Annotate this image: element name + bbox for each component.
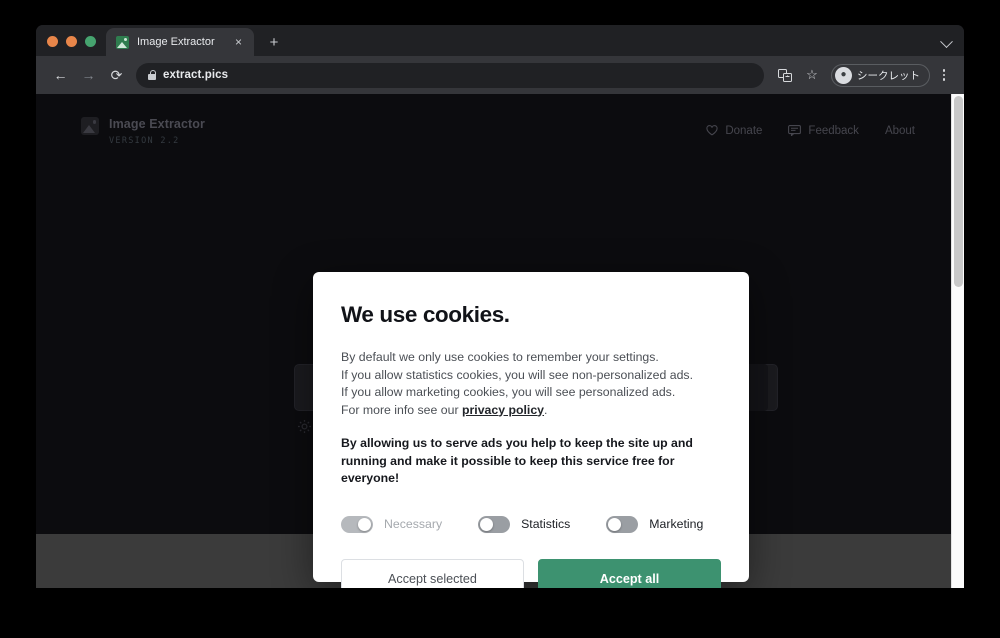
modal-overlay: We use cookies. By default we only use c… [36, 94, 964, 588]
maximize-window-button[interactable] [85, 36, 96, 47]
dialog-highlight-text: By allowing us to serve ads you help to … [341, 436, 693, 485]
lock-icon [148, 70, 157, 80]
accept-all-button[interactable]: Accept all [538, 558, 721, 588]
new-tab-button[interactable]: + [261, 29, 287, 55]
incognito-indicator[interactable]: ● シークレット [831, 63, 930, 87]
accept-selected-button[interactable]: Accept selected [341, 558, 524, 588]
tab-list-button[interactable] [940, 35, 964, 56]
dialog-line-1: By default we only use cookies to rememb… [341, 350, 659, 364]
minimize-window-button[interactable] [66, 36, 77, 47]
statistics-label: Statistics [521, 517, 571, 531]
browser-toolbar: ← → ⟳ extract.pics ☆ ● シークレット [36, 56, 964, 94]
dialog-body: By default we only use cookies to rememb… [341, 349, 721, 488]
image-favicon [116, 35, 129, 49]
necessary-label: Necessary [384, 517, 443, 531]
cookie-consent-dialog: We use cookies. By default we only use c… [313, 272, 749, 588]
policy-suffix: . [544, 402, 548, 417]
dialog-actions: Accept selected Accept all [341, 558, 721, 588]
back-button[interactable]: ← [48, 63, 73, 88]
toggle-statistics[interactable]: Statistics [478, 515, 571, 533]
cookie-toggles: Necessary Statistics Marketing [341, 515, 721, 533]
dialog-title: We use cookies. [341, 302, 510, 327]
close-tab-icon[interactable]: × [231, 35, 246, 50]
toggle-necessary[interactable]: Necessary [341, 515, 443, 533]
marketing-switch[interactable] [606, 515, 639, 533]
marketing-label: Marketing [649, 517, 704, 531]
reload-button[interactable]: ⟳ [104, 63, 129, 88]
forward-button[interactable]: → [76, 63, 101, 88]
bookmark-star-icon[interactable]: ☆ [800, 63, 824, 87]
close-window-button[interactable] [47, 36, 58, 47]
translate-icon[interactable] [773, 63, 797, 87]
tab-title: Image Extractor [137, 36, 215, 48]
page-viewport: Image Extractor VERSION 2.2 Donate Feedb… [36, 94, 964, 588]
incognito-label: シークレット [857, 69, 920, 82]
dialog-policy-line: For more info see our privacy policy. [341, 402, 721, 420]
browser-window: Image Extractor × + ← → ⟳ extract.pics ☆… [36, 25, 964, 588]
dialog-line-2: If you allow statistics cookies, you wil… [341, 367, 693, 382]
screenshot-root: Image Extractor × + ← → ⟳ extract.pics ☆… [0, 0, 1000, 638]
policy-prefix: For more info see our [341, 402, 462, 417]
browser-tab[interactable]: Image Extractor × [106, 28, 254, 56]
incognito-avatar-icon: ● [835, 66, 852, 84]
window-controls [36, 36, 106, 56]
chevron-down-icon [940, 35, 953, 49]
tab-strip: Image Extractor × + [36, 25, 964, 56]
toggle-marketing[interactable]: Marketing [606, 515, 704, 533]
privacy-policy-link[interactable]: privacy policy [462, 403, 544, 417]
browser-menu-button[interactable] [933, 69, 955, 81]
address-bar[interactable]: extract.pics [136, 62, 764, 88]
statistics-switch[interactable] [478, 515, 511, 533]
dialog-line-3: If you allow marketing cookies, you will… [341, 385, 676, 399]
necessary-switch [341, 515, 373, 533]
url-text: extract.pics [163, 69, 229, 81]
